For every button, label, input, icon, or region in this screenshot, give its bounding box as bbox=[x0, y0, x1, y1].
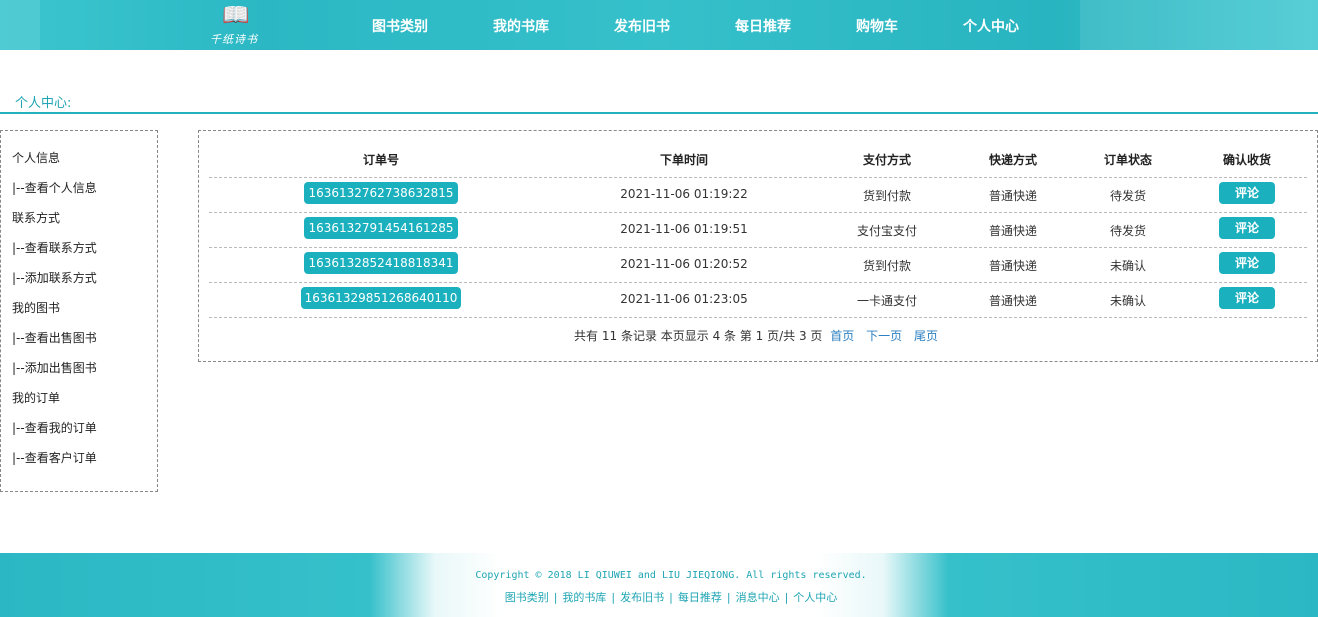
sidebar-group-personal-info: 个人信息 bbox=[12, 151, 61, 165]
order-number-button[interactable]: 16361329851268640110 bbox=[301, 287, 461, 309]
order-number-button[interactable]: 1636132762738632815 bbox=[304, 182, 458, 204]
row-divider bbox=[209, 282, 1307, 283]
nav-daily-recommend[interactable]: 每日推荐 bbox=[735, 16, 791, 36]
column-header-order-no: 订单号 bbox=[362, 153, 400, 167]
nav-publish-used-book[interactable]: 发布旧书 bbox=[614, 16, 670, 36]
footer-separator: | bbox=[669, 591, 673, 604]
order-time: 2021-11-06 01:19:51 bbox=[620, 222, 748, 236]
footer-separator: | bbox=[611, 591, 616, 604]
footer-separator: | bbox=[553, 591, 558, 604]
sidebar-item-add-contact[interactable]: |--添加联系方式 bbox=[12, 269, 97, 286]
sidebar-item-view-selling-books[interactable]: |--查看出售图书 bbox=[12, 329, 97, 346]
delivery-method: 普通快递 bbox=[988, 224, 1038, 238]
header-texture bbox=[0, 0, 40, 50]
title-divider bbox=[0, 112, 1318, 114]
pagination-summary: 共有 11 条记录 本页显示 4 条 第 1 页/共 3 页 bbox=[574, 329, 823, 343]
sidebar-group-contact: 联系方式 bbox=[12, 211, 61, 225]
delivery-method: 普通快递 bbox=[988, 259, 1038, 273]
footer-link-message-center[interactable]: 消息中心 bbox=[736, 591, 780, 604]
site-logo[interactable]: 📖 千纸诗书 bbox=[210, 3, 266, 47]
delivery-method: 普通快递 bbox=[988, 294, 1038, 308]
sidebar-item-add-selling-book[interactable]: |--添加出售图书 bbox=[12, 359, 97, 376]
row-divider bbox=[209, 247, 1307, 248]
review-button[interactable]: 评论 bbox=[1219, 287, 1275, 309]
review-button[interactable]: 评论 bbox=[1219, 182, 1275, 204]
payment-method: 货到付款 bbox=[862, 259, 912, 273]
footer-separator: | bbox=[726, 591, 731, 604]
delivery-method: 普通快递 bbox=[988, 189, 1038, 203]
pagination-next-link[interactable]: 下一页 bbox=[866, 329, 902, 343]
pagination-first-link[interactable]: 首页 bbox=[830, 329, 854, 343]
review-button[interactable]: 评论 bbox=[1219, 217, 1275, 239]
sidebar: 个人信息 |--查看个人信息 联系方式 |--查看联系方式 |--添加联系方式 … bbox=[0, 130, 158, 492]
column-header-order-time: 下单时间 bbox=[659, 153, 709, 167]
footer-link-daily-recommend[interactable]: 每日推荐 bbox=[678, 591, 722, 604]
order-time: 2021-11-06 01:20:52 bbox=[620, 257, 748, 271]
row-divider bbox=[209, 212, 1307, 213]
column-header-confirm: 确认收货 bbox=[1222, 153, 1272, 167]
nav-personal-center[interactable]: 个人中心 bbox=[963, 16, 1019, 36]
order-number-button[interactable]: 1636132791454161285 bbox=[304, 217, 458, 239]
nav-my-library[interactable]: 我的书库 bbox=[493, 16, 549, 36]
order-status: 待发货 bbox=[1109, 224, 1147, 238]
top-header: 📖 千纸诗书 图书类别 我的书库 发布旧书 每日推荐 购物车 个人中心 bbox=[0, 0, 1318, 50]
footer-separator: | bbox=[784, 591, 789, 604]
review-button[interactable]: 评论 bbox=[1219, 252, 1275, 274]
payment-method: 支付宝支付 bbox=[856, 224, 918, 238]
payment-method: 一卡通支付 bbox=[856, 294, 918, 308]
sidebar-item-view-personal-info[interactable]: |--查看个人信息 bbox=[12, 179, 97, 196]
book-icon: 📖 bbox=[222, 3, 250, 28]
order-status: 未确认 bbox=[1109, 259, 1147, 273]
column-header-delivery: 快递方式 bbox=[988, 153, 1038, 167]
sidebar-item-view-my-orders[interactable]: |--查看我的订单 bbox=[12, 419, 97, 436]
footer: Copyright © 2018 LI QIUWEI and LIU JIEQI… bbox=[0, 553, 1318, 617]
pagination-last-link[interactable]: 尾页 bbox=[914, 329, 938, 343]
order-status: 待发货 bbox=[1109, 189, 1147, 203]
column-header-payment: 支付方式 bbox=[862, 153, 912, 167]
nav-shopping-cart[interactable]: 购物车 bbox=[856, 16, 898, 36]
footer-links: 图书类别 | 我的书库 | 发布旧书 | 每日推荐 | 消息中心 | 个人中心 bbox=[0, 589, 1318, 605]
order-time: 2021-11-06 01:23:05 bbox=[620, 292, 748, 306]
sidebar-group-my-books: 我的图书 bbox=[12, 301, 61, 315]
pagination: 共有 11 条记录 本页显示 4 条 第 1 页/共 3 页 首页 下一页 尾页 bbox=[199, 327, 1317, 344]
footer-link-publish-used-book[interactable]: 发布旧书 bbox=[620, 591, 664, 604]
payment-method: 货到付款 bbox=[862, 189, 912, 203]
nav-book-categories[interactable]: 图书类别 bbox=[372, 16, 428, 36]
footer-link-personal-center[interactable]: 个人中心 bbox=[793, 591, 837, 604]
column-header-status: 订单状态 bbox=[1103, 153, 1153, 167]
order-status: 未确认 bbox=[1109, 294, 1147, 308]
row-divider bbox=[209, 317, 1307, 318]
logo-text: 千纸诗书 bbox=[210, 33, 258, 46]
order-number-button[interactable]: 1636132852418818341 bbox=[304, 252, 458, 274]
orders-panel: 订单号 下单时间 支付方式 快递方式 订单状态 确认收货 16361327627… bbox=[198, 130, 1318, 362]
header-texture bbox=[1080, 0, 1318, 50]
page-title: 个人中心: bbox=[15, 96, 72, 111]
footer-link-my-library[interactable]: 我的书库 bbox=[562, 591, 606, 604]
sidebar-item-view-contact[interactable]: |--查看联系方式 bbox=[12, 239, 97, 256]
copyright-text: Copyright © 2018 LI QIUWEI and LIU JIEQI… bbox=[475, 570, 867, 581]
row-divider bbox=[209, 177, 1307, 178]
order-time: 2021-11-06 01:19:22 bbox=[620, 187, 748, 201]
footer-link-book-categories[interactable]: 图书类别 bbox=[505, 591, 549, 604]
sidebar-group-my-orders: 我的订单 bbox=[12, 391, 61, 405]
sidebar-item-view-customer-orders[interactable]: |--查看客户订单 bbox=[12, 449, 97, 466]
